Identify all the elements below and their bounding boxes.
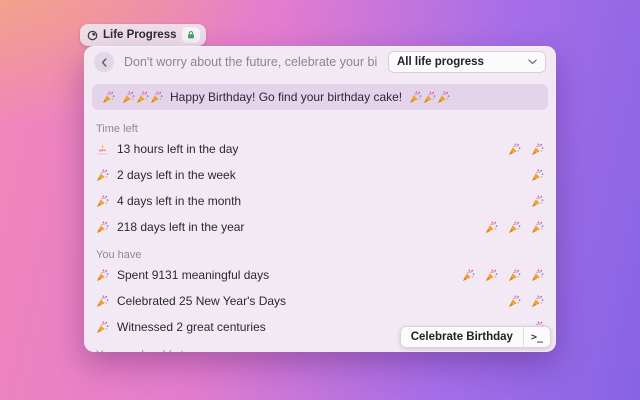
party-popper-icon [508,142,521,156]
trailing-poppers [462,268,544,282]
row-label: Spent 9131 meaningful days [117,268,270,282]
party-popper-icon [508,294,521,308]
banner-text: Happy Birthday! Go find your birthday ca… [170,90,403,104]
party-popper-icon [531,168,544,182]
row-label: 4 days left in the month [117,194,242,208]
celebrate-birthday-button[interactable]: Celebrate Birthday [401,327,523,347]
party-popper-icon [531,268,544,282]
row-label: 2 days left in the week [117,168,236,182]
trailing-poppers [508,294,544,308]
section-label: You may be able to [96,348,544,352]
window-header: All life progress [84,46,556,78]
lock-icon [186,30,196,40]
back-button[interactable] [94,52,114,72]
sections: Time left 13 hours left in the day 2 days … [84,110,556,352]
list-item[interactable]: 218 days left in the year [96,214,544,240]
party-popper-icon [150,90,163,104]
banner-prefix-poppers [122,90,163,104]
party-popper-icon [437,90,450,104]
lock-badge[interactable] [181,27,200,43]
party-popper-icon [96,194,109,208]
search-input[interactable] [124,55,378,69]
list-item[interactable]: Celebrated 25 New Year's Days [96,288,544,314]
party-popper-icon [508,268,521,282]
party-popper-icon [485,268,498,282]
window-title-tab[interactable]: Life Progress [80,24,206,46]
section-label: Time left [96,123,138,135]
party-popper-icon [96,220,109,234]
row-label: Witnessed 2 great centuries [117,320,266,334]
banner-leading-popper [102,90,115,104]
row-label: Celebrated 25 New Year's Days [117,294,287,308]
birthday-cake-icon [96,143,109,156]
party-popper-icon [423,90,436,104]
party-popper-icon [409,90,422,104]
trailing-poppers [508,142,544,156]
party-popper-icon [102,90,115,104]
chevron-down-icon [528,59,537,65]
life-progress-window: All life progress Happy Birthday! Go fin… [84,46,556,352]
party-popper-icon [96,268,109,282]
birthday-banner[interactable]: Happy Birthday! Go find your birthday ca… [92,84,548,110]
section-label: You have [96,249,142,261]
trailing-poppers [531,194,544,208]
terminal-icon[interactable]: >_ [524,327,550,347]
party-popper-icon [96,294,109,308]
filter-dropdown-value: All life progress [397,56,484,68]
row-label: 218 days left in the year [117,220,245,234]
trailing-poppers [531,168,544,182]
party-popper-icon [531,220,544,234]
chevron-left-icon [101,57,108,67]
life-progress-icon [87,30,98,41]
party-popper-icon [485,220,498,234]
party-popper-icon [508,220,521,234]
list-item[interactable]: 2 days left in the week [96,162,544,188]
party-popper-icon [531,194,544,208]
party-popper-icon [462,268,475,282]
party-popper-icon [531,294,544,308]
row-label: 13 hours left in the day [117,142,239,156]
party-popper-icon [122,90,135,104]
action-bar: Celebrate Birthday >_ [399,326,551,348]
desktop-background: Life Progress All life progress [0,0,640,400]
party-popper-icon [136,90,149,104]
list-item[interactable]: Spent 9131 meaningful days [96,262,544,288]
party-popper-icon [531,142,544,156]
party-popper-icon [96,320,109,334]
list-item[interactable]: 4 days left in the month [96,188,544,214]
window-title: Life Progress [103,29,177,41]
list-item[interactable]: 13 hours left in the day [96,136,544,162]
banner-suffix-poppers [409,90,450,104]
trailing-poppers [485,220,544,234]
filter-dropdown[interactable]: All life progress [388,51,546,73]
party-popper-icon [96,168,109,182]
